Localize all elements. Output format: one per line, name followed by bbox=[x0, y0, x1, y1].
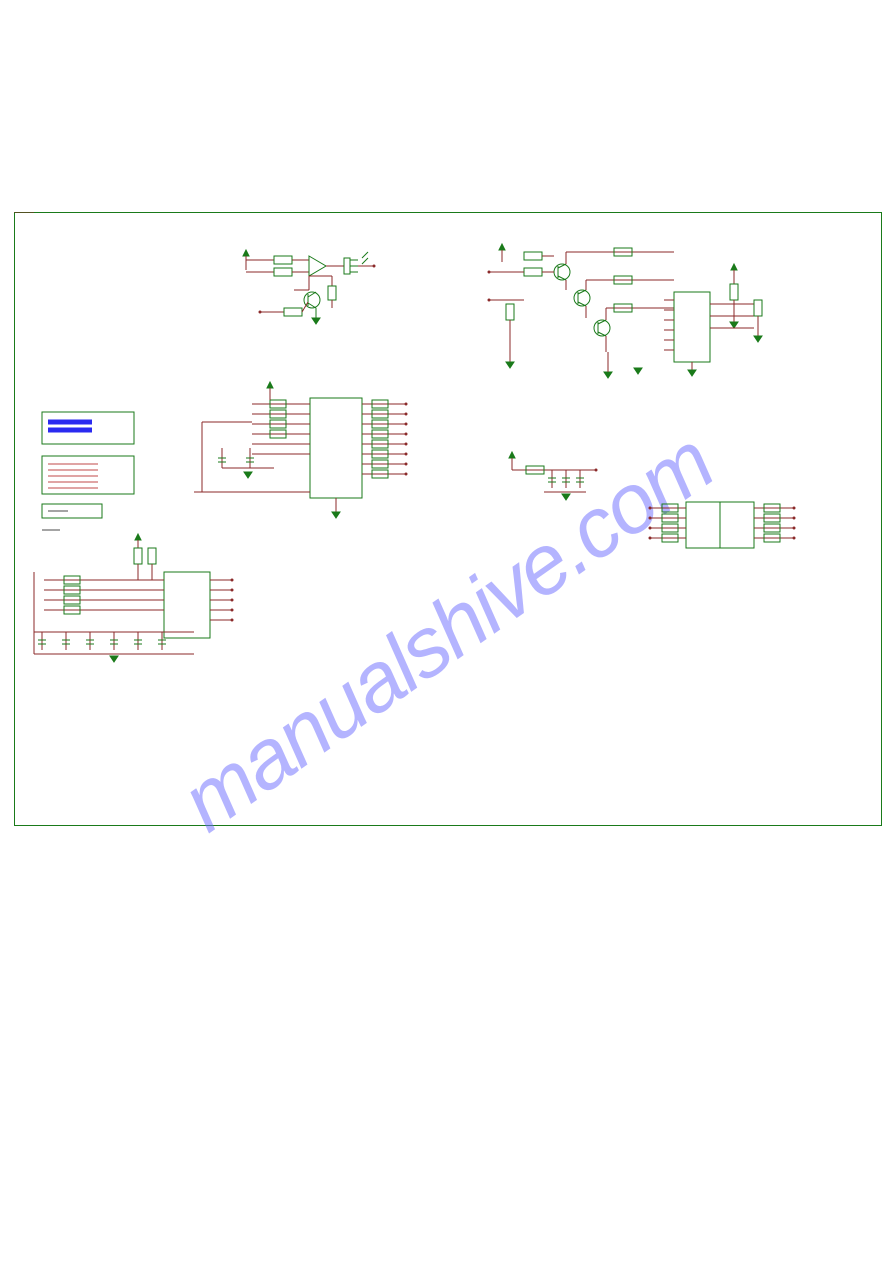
legend-boxes bbox=[42, 412, 134, 530]
block-amplifier-connector bbox=[488, 244, 763, 378]
block-quad-gate bbox=[649, 502, 796, 548]
block-ic-left-caps bbox=[14, 212, 234, 662]
block-rc-filter bbox=[509, 452, 598, 500]
block-transistor-led bbox=[243, 250, 376, 324]
schematic-svg bbox=[14, 212, 880, 824]
block-ic-latch bbox=[194, 382, 408, 518]
